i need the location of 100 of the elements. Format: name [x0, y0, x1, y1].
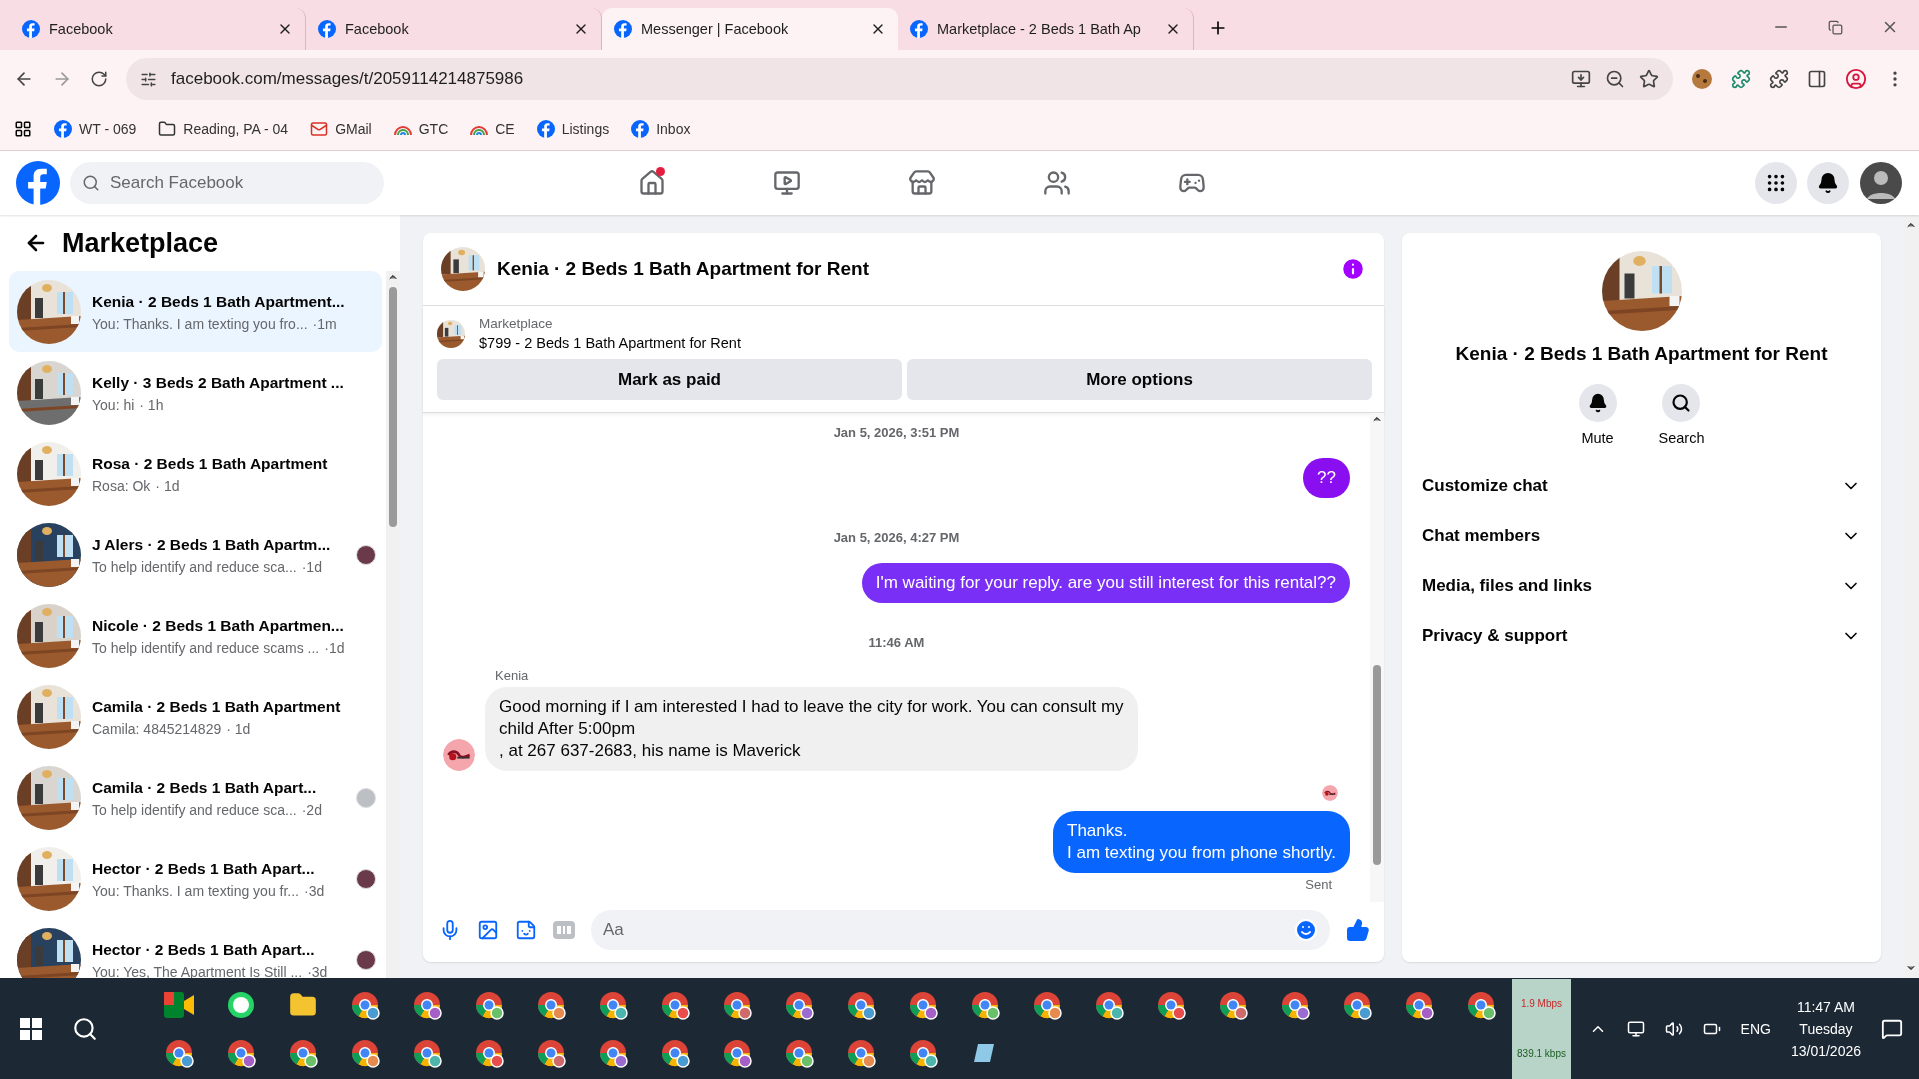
details-section[interactable]: Privacy & support — [1412, 611, 1871, 661]
apps-icon[interactable] — [14, 120, 32, 138]
browser-icon[interactable] — [660, 989, 691, 1020]
browser-icon[interactable] — [1218, 989, 1249, 1020]
install-icon[interactable] — [1571, 69, 1591, 89]
browser-icon[interactable] — [1094, 989, 1125, 1020]
network-icon[interactable] — [1626, 1019, 1645, 1038]
browser-tab[interactable]: Messenger | Facebook — [602, 8, 898, 50]
action-button[interactable]: More options — [907, 359, 1372, 400]
sticker-icon[interactable] — [515, 919, 537, 941]
browser-icon[interactable] — [846, 1037, 877, 1068]
browser-icon[interactable] — [722, 1037, 753, 1068]
conversation-item[interactable]: Rosa · 2 Beds 1 Bath Apartment Rosa: Ok · 1d — [9, 433, 382, 514]
bookmark-icon[interactable] — [1639, 69, 1659, 89]
video-icon[interactable] — [772, 169, 801, 197]
bookmark-link[interactable]: Inbox — [631, 120, 691, 138]
clock-time[interactable]: 11:47 AM — [1796, 998, 1855, 1015]
conversation-item[interactable]: Camila · 2 Beds 1 Bath Apart... To help identify and reduce sca... ·2d — [9, 757, 382, 838]
emoji-icon[interactable] — [1294, 918, 1318, 942]
search-input[interactable]: Search Facebook — [110, 162, 372, 204]
browser-icon[interactable] — [1032, 989, 1063, 1020]
browser-icon[interactable] — [350, 1037, 381, 1068]
bookmark-link[interactable]: WT - 069 — [54, 120, 137, 138]
bookmark-link[interactable]: GMail — [310, 120, 372, 138]
browser-icon[interactable] — [412, 1037, 443, 1068]
browser-icon[interactable] — [1404, 989, 1435, 1020]
info-icon[interactable] — [1340, 256, 1366, 282]
browser-icon[interactable] — [722, 989, 753, 1020]
scrollbar-thumb[interactable] — [1373, 665, 1381, 865]
search-button[interactable]: Search — [1652, 383, 1711, 447]
mute-button[interactable]: Mute — [1572, 383, 1623, 447]
browser-icon[interactable] — [1466, 989, 1497, 1020]
conversation-item[interactable]: J Alers · 2 Beds 1 Bath Apartm... To help identify and reduce sca... ·1d — [9, 514, 382, 595]
conversation-title: Nicole · 2 Beds 1 Bath Apartmen... — [92, 615, 345, 636]
browser-icon[interactable] — [970, 989, 1001, 1020]
search-field[interactable]: Search Facebook — [70, 162, 384, 204]
search-icon[interactable] — [72, 1015, 98, 1042]
browser-icon[interactable] — [1342, 989, 1373, 1020]
browser-icon[interactable] — [660, 1037, 691, 1068]
browser-icon[interactable] — [598, 1037, 629, 1068]
notifications-button[interactable] — [1807, 162, 1849, 204]
language-indicator[interactable]: ENG — [1740, 1020, 1771, 1037]
browser-icon[interactable] — [846, 989, 877, 1020]
image-icon[interactable] — [477, 919, 499, 941]
scrollbar-thumb[interactable] — [389, 287, 397, 527]
profile-avatar[interactable] — [1859, 161, 1903, 205]
details-section[interactable]: Chat members — [1412, 511, 1871, 561]
menu-button[interactable] — [1755, 162, 1797, 204]
address-bar[interactable]: facebook.com/messages/t/2059114214875986 — [126, 58, 1673, 100]
bookmark-link[interactable]: GTC — [393, 121, 449, 137]
browser-icon[interactable] — [288, 1037, 319, 1068]
conversation-item[interactable]: Kenia · 2 Beds 1 Bath Apartment... You: Thanks. I am texting you fro... ·1m — [9, 271, 382, 352]
side-panel-icon[interactable] — [1807, 69, 1827, 89]
volume-icon[interactable] — [1664, 1019, 1683, 1038]
message-time: ·3d — [307, 963, 328, 978]
grid-icon — [1765, 172, 1787, 194]
details-section[interactable]: Media, files and links — [1412, 561, 1871, 611]
browser-icon[interactable] — [536, 989, 567, 1020]
video-call-icon[interactable] — [164, 991, 195, 1018]
browser-icon[interactable] — [908, 1037, 939, 1068]
restore-icon[interactable] — [1828, 19, 1843, 35]
clock-date[interactable]: 13/01/2026 — [1790, 1042, 1861, 1059]
store-icon[interactable] — [907, 169, 936, 197]
browser-icon[interactable] — [784, 1037, 815, 1068]
bookmark-link[interactable]: CE — [470, 121, 515, 137]
puzzle-icon[interactable] — [1731, 69, 1751, 89]
conversation-item[interactable]: Kelly · 3 Beds 2 Bath Apartment ... You: hi · 1h — [9, 352, 382, 433]
browser-icon[interactable] — [474, 1037, 505, 1068]
folder-icon[interactable] — [289, 990, 318, 1019]
conversation-item[interactable]: Nicole · 2 Beds 1 Bath Apartmen... To help identify and reduce scams ... ·1d — [9, 595, 382, 676]
zoom-icon[interactable] — [1605, 69, 1625, 89]
browser-icon[interactable] — [598, 989, 629, 1020]
browser-icon[interactable] — [784, 989, 815, 1020]
home-icon[interactable] — [637, 169, 666, 197]
details-section[interactable]: Customize chat — [1412, 461, 1871, 511]
browser-icon[interactable] — [164, 1037, 195, 1068]
extensions-icon[interactable] — [1769, 69, 1789, 89]
reload-icon[interactable] — [90, 70, 108, 88]
site-settings-icon[interactable] — [140, 70, 157, 88]
browser-icon[interactable] — [908, 989, 939, 1020]
browser-icon[interactable] — [350, 989, 381, 1020]
browser-icon[interactable] — [474, 989, 505, 1020]
browser-icon[interactable] — [1156, 989, 1187, 1020]
profile-icon[interactable] — [1845, 68, 1867, 90]
like-icon[interactable] — [1346, 918, 1370, 942]
conversation-item[interactable]: Camila · 2 Beds 1 Bath Apartment Camila: 4845214829 · 1d — [9, 676, 382, 757]
browser-icon[interactable] — [536, 1037, 567, 1068]
windows-icon[interactable] — [20, 1017, 42, 1040]
groups-icon[interactable] — [1042, 169, 1071, 197]
folder-icon — [158, 120, 177, 138]
clock-day[interactable]: Tuesday — [1799, 1020, 1853, 1037]
notifications-icon[interactable] — [1881, 1017, 1903, 1040]
action-button[interactable]: Mark as paid — [437, 359, 902, 400]
browser-icon[interactable] — [412, 989, 443, 1020]
bookmark-link[interactable]: Reading, PA - 04 — [158, 120, 289, 138]
browser-icon[interactable] — [1280, 989, 1311, 1020]
cookie-icon[interactable] — [1691, 68, 1713, 90]
conversation-item[interactable]: Hector · 2 Beds 1 Bath Apart... You: Thanks. I am texting you fr... ·3d — [9, 838, 382, 919]
browser-icon[interactable] — [226, 1037, 257, 1068]
bookmark-link[interactable]: Listings — [536, 120, 610, 138]
